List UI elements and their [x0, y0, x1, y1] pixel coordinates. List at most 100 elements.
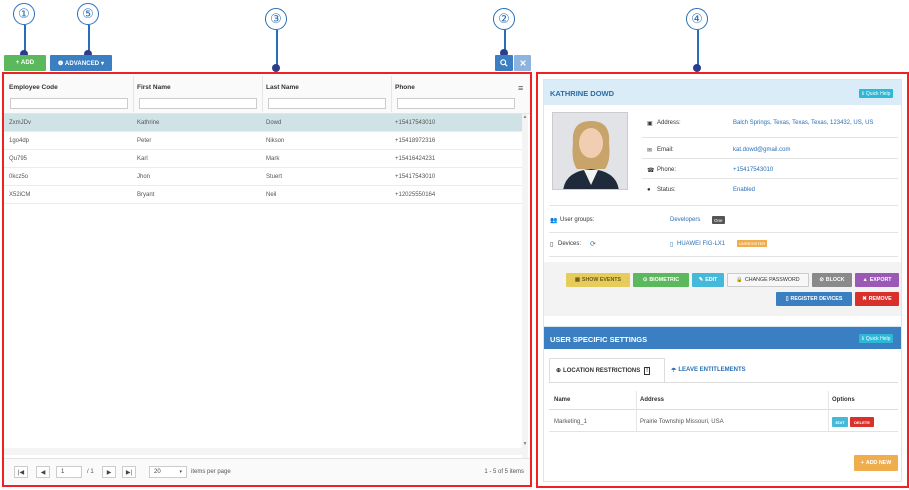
search-button[interactable] [495, 55, 513, 71]
phone-value: +15417543010 [733, 167, 774, 173]
page-size-select[interactable]: 20 ▾ [149, 466, 187, 478]
callout-4-dot [693, 64, 701, 72]
column-header-phone[interactable]: Phone [395, 84, 415, 91]
table-row[interactable]: ZxmJDv Kathrine Dowd +15417543010 [4, 114, 524, 132]
callout-3-line [276, 30, 278, 66]
row-delete-button[interactable]: DELETE [850, 417, 874, 427]
search-icon [500, 59, 508, 67]
callout-5: ⑤ [77, 3, 99, 25]
export-button[interactable]: ▲ EXPORT [855, 273, 899, 287]
first-page-button[interactable]: |◀ [14, 466, 28, 478]
filter-input-first-name[interactable] [139, 98, 257, 109]
callout-3-dot [272, 64, 280, 72]
column-separator [391, 76, 392, 112]
advanced-button[interactable]: ❶ ADVANCED ▾ [50, 55, 112, 71]
column-separator [133, 76, 134, 112]
show-events-button[interactable]: ▦ SHOW EVENTS [566, 273, 630, 287]
tab-location-label: LOCATION RESTRICTIONS [563, 367, 641, 374]
settings-quick-help-label: Quick Help [865, 335, 891, 342]
remove-button[interactable]: ✖ REMOVE [855, 292, 899, 306]
column-header-employee-code[interactable]: Employee Code [9, 84, 58, 91]
table-row[interactable]: Qu795 Karl Mark +15416424231 [4, 150, 524, 168]
divider [642, 158, 898, 159]
cell-employee-code: Qu795 [9, 156, 28, 162]
cell-first-name: Kathrine [137, 120, 160, 126]
callout-1: ① [13, 3, 35, 25]
profile-name: KATHRINE DOWD [544, 80, 901, 105]
devices-label: Devices: [558, 241, 582, 247]
biometric-button[interactable]: ⊙ BIOMETRIC [633, 273, 689, 287]
last-page-button[interactable]: ▶| [122, 466, 136, 478]
filter-input-last-name[interactable] [268, 98, 386, 109]
column-menu-icon[interactable]: ≡ [518, 83, 523, 93]
block-button[interactable]: ⊘ BLOCK [812, 273, 852, 287]
tab-location-restrictions[interactable]: ⊕ LOCATION RESTRICTIONS ! [549, 358, 665, 382]
tab-leave-label: LEAVE ENTITLEMENTS [678, 367, 746, 373]
clear-button[interactable] [514, 55, 531, 71]
refresh-icon[interactable]: ⟳ [590, 240, 596, 248]
callout-4: ④ [686, 8, 708, 30]
row-edit-button[interactable]: EDIT [832, 417, 848, 427]
remove-label: REMOVE [868, 296, 892, 302]
cell-employee-code: 1go4dp [9, 138, 30, 144]
grid-scrollbar[interactable] [522, 114, 528, 482]
settings-title: USER SPECIFIC SETTINGS [544, 327, 901, 349]
register-devices-label: REGISTER DEVICES [790, 296, 843, 302]
table-row[interactable]: X52iCM Bryant Neil +12025550164 [4, 186, 524, 204]
edit-label: EDIT [705, 277, 718, 283]
plus-icon: + [860, 460, 864, 466]
cell-last-name: Mark [266, 156, 280, 162]
divider [549, 256, 898, 257]
cell-first-name: Jhon [137, 174, 151, 180]
block-label: BLOCK [825, 277, 845, 283]
edit-button[interactable]: ✎ EDIT [692, 273, 724, 287]
settings-quick-help-button[interactable]: ℹ Quick Help [859, 334, 894, 343]
cell-phone: +15417543010 [395, 120, 436, 126]
callout-4-line [697, 30, 699, 66]
table-row[interactable]: 1go4dp Peter Nikson +15418972316 [4, 132, 524, 150]
profile-photo-image [553, 113, 627, 189]
column-separator [636, 391, 637, 431]
add-button[interactable]: + ADD [4, 55, 46, 71]
email-value[interactable]: kat.dowd@gmail.com [733, 147, 790, 153]
items-per-page-label: items per page [191, 469, 231, 475]
change-password-button[interactable]: 🔒 CHANGE PASSWORD [727, 273, 809, 287]
settings-column-address: Address [640, 397, 665, 403]
user-groups-badge: One [712, 216, 725, 224]
horizontal-scrollbar[interactable] [4, 448, 522, 455]
scroll-up-arrow[interactable]: ▲ [522, 114, 528, 120]
filter-input-phone[interactable] [397, 98, 515, 109]
email-label: Email: [657, 147, 674, 153]
filter-input-employee-code[interactable] [10, 98, 128, 109]
page-size-value: 20 [154, 469, 161, 475]
device-value[interactable]: HUAWEI FIG-LX1 [677, 241, 725, 247]
page-number-input[interactable]: 1 [56, 466, 82, 478]
cell-first-name: Karl [137, 156, 148, 162]
add-new-label: ADD NEW [865, 460, 892, 466]
cell-employee-code: 0kcz5o [9, 174, 29, 180]
cell-last-name: Stuert [266, 174, 283, 180]
grid-header: Employee Code First Name Last Name Phone… [4, 74, 530, 114]
divider [549, 205, 898, 206]
cell-last-name: Neil [266, 192, 277, 198]
user-groups-value[interactable]: Developers [670, 217, 700, 223]
show-events-label: SHOW EVENTS [581, 277, 622, 283]
register-devices-button[interactable]: ▯ REGISTER DEVICES [776, 292, 852, 306]
biometric-label: BIOMETRIC [649, 277, 680, 283]
phone-device-icon: ▯ [670, 242, 674, 248]
quick-help-button[interactable]: ℹ Quick Help [859, 89, 894, 98]
next-page-button[interactable]: ▶ [102, 466, 116, 478]
actions-bar [544, 262, 901, 316]
tab-leave-entitlements[interactable]: ☂ LEAVE ENTITLEMENTS [671, 358, 746, 382]
column-header-last-name[interactable]: Last Name [266, 84, 299, 91]
scroll-down-arrow[interactable]: ▼ [522, 441, 528, 447]
column-header-first-name[interactable]: First Name [137, 84, 171, 91]
add-new-button[interactable]: + ADD NEW [854, 455, 898, 471]
cell-phone: +12025550164 [395, 192, 436, 198]
cell-phone: +15416424231 [395, 156, 436, 162]
employee-grid-panel: Employee Code First Name Last Name Phone… [2, 72, 532, 487]
prev-page-button[interactable]: ◀ [36, 466, 50, 478]
table-row[interactable]: 0kcz5o Jhon Stuert +15417543010 [4, 168, 524, 186]
cell-first-name: Bryant [137, 192, 155, 198]
chevron-down-icon: ▾ [179, 469, 182, 475]
